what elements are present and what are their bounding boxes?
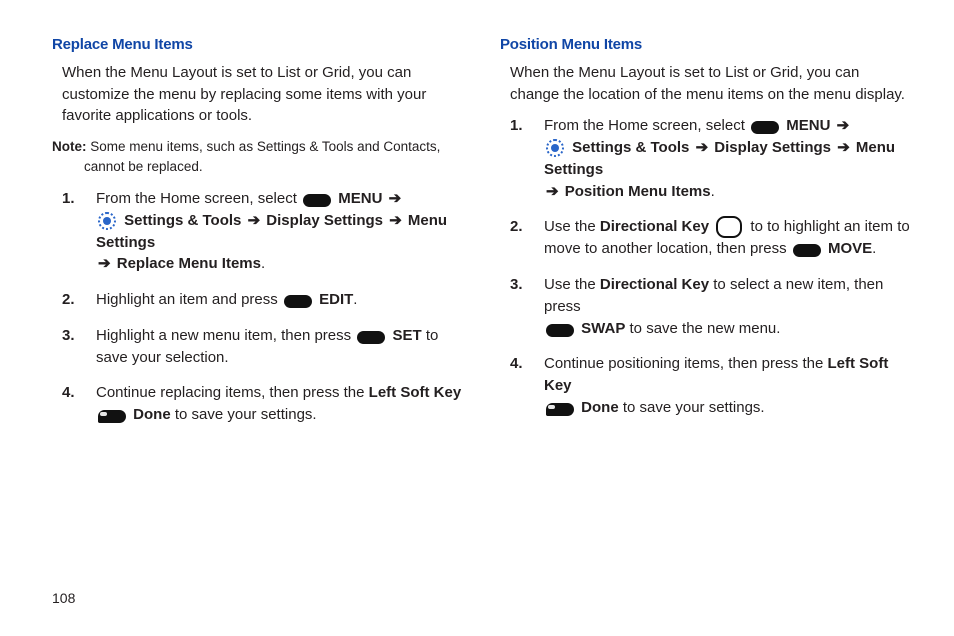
intro-replace: When the Menu Layout is set to List or G…: [62, 62, 462, 127]
directional-key-label: Directional Key: [600, 276, 709, 293]
note-text: Some menu items, such as Settings & Tool…: [84, 139, 440, 174]
arrow-icon: ➔: [835, 117, 852, 134]
center-key-icon: [284, 295, 312, 308]
text: Continue positioning items, then press t…: [544, 355, 828, 372]
left-column: Replace Menu Items When the Menu Layout …: [52, 34, 462, 602]
arrow-icon: ➔: [544, 183, 561, 200]
text: to save your settings.: [619, 399, 765, 416]
settings-gear-icon: [98, 212, 116, 230]
steps-replace: From the Home screen, select MENU ➔ Sett…: [52, 188, 462, 426]
left-soft-key-label: Left Soft Key: [369, 384, 462, 401]
menu-label: MENU: [334, 190, 387, 207]
center-key-icon: [303, 194, 331, 207]
menu-label: MENU: [782, 117, 835, 134]
replace-items-label: Replace Menu Items: [113, 255, 261, 272]
step-4: Continue replacing items, then press the…: [62, 382, 462, 426]
step-4: Continue positioning items, then press t…: [510, 353, 910, 418]
display-settings-label: Display Settings: [710, 139, 835, 156]
text: Highlight an item and press: [96, 291, 282, 308]
text: to save the new menu.: [625, 320, 780, 337]
left-soft-key-icon: [546, 403, 574, 416]
step-3: Use the Directional Key to select a new …: [510, 274, 910, 339]
done-label: Done: [129, 406, 171, 423]
center-key-icon: [751, 121, 779, 134]
text: Continue replacing items, then press the: [96, 384, 369, 401]
center-key-icon: [357, 331, 385, 344]
text: .: [261, 255, 265, 272]
text: Use the: [544, 218, 600, 235]
center-key-icon: [793, 244, 821, 257]
intro-position: When the Menu Layout is set to List or G…: [510, 62, 910, 106]
right-column: Position Menu Items When the Menu Layout…: [500, 34, 910, 602]
arrow-icon: ➔: [694, 139, 711, 156]
text: to save your settings.: [171, 406, 317, 423]
text: Use the: [544, 276, 600, 293]
text: .: [711, 183, 715, 200]
display-settings-label: Display Settings: [262, 212, 387, 229]
page-number: 108: [52, 590, 75, 606]
text: From the Home screen, select: [544, 117, 749, 134]
left-soft-key-icon: [98, 410, 126, 423]
step-3: Highlight a new menu item, then press SE…: [62, 325, 462, 369]
manual-page: Replace Menu Items When the Menu Layout …: [0, 0, 954, 626]
set-label: SET: [388, 327, 421, 344]
arrow-icon: ➔: [96, 255, 113, 272]
arrow-icon: ➔: [387, 212, 404, 229]
note-replace: Note: Some menu items, such as Settings …: [52, 137, 462, 176]
text: .: [872, 240, 876, 257]
done-label: Done: [577, 399, 619, 416]
arrow-icon: ➔: [246, 212, 263, 229]
step-1: From the Home screen, select MENU ➔ Sett…: [62, 188, 462, 275]
text: Highlight a new menu item, then press: [96, 327, 355, 344]
directional-key-icon: [716, 216, 742, 238]
step-1: From the Home screen, select MENU ➔ Sett…: [510, 115, 910, 202]
directional-key-label: Directional Key: [600, 218, 709, 235]
move-label: MOVE: [824, 240, 872, 257]
note-label: Note:: [52, 139, 87, 154]
center-key-icon: [546, 324, 574, 337]
step-2: Highlight an item and press EDIT.: [62, 289, 462, 311]
step-2: Use the Directional Key to to highlight …: [510, 216, 910, 260]
arrow-icon: ➔: [835, 139, 852, 156]
settings-tools-label: Settings & Tools: [120, 212, 246, 229]
swap-label: SWAP: [577, 320, 625, 337]
text: .: [353, 291, 357, 308]
steps-position: From the Home screen, select MENU ➔ Sett…: [500, 115, 910, 418]
arrow-icon: ➔: [387, 190, 404, 207]
settings-gear-icon: [546, 139, 564, 157]
text: From the Home screen, select: [96, 190, 301, 207]
position-items-label: Position Menu Items: [561, 183, 711, 200]
heading-replace: Replace Menu Items: [52, 34, 462, 56]
heading-position: Position Menu Items: [500, 34, 910, 56]
settings-tools-label: Settings & Tools: [568, 139, 694, 156]
edit-label: EDIT: [315, 291, 353, 308]
